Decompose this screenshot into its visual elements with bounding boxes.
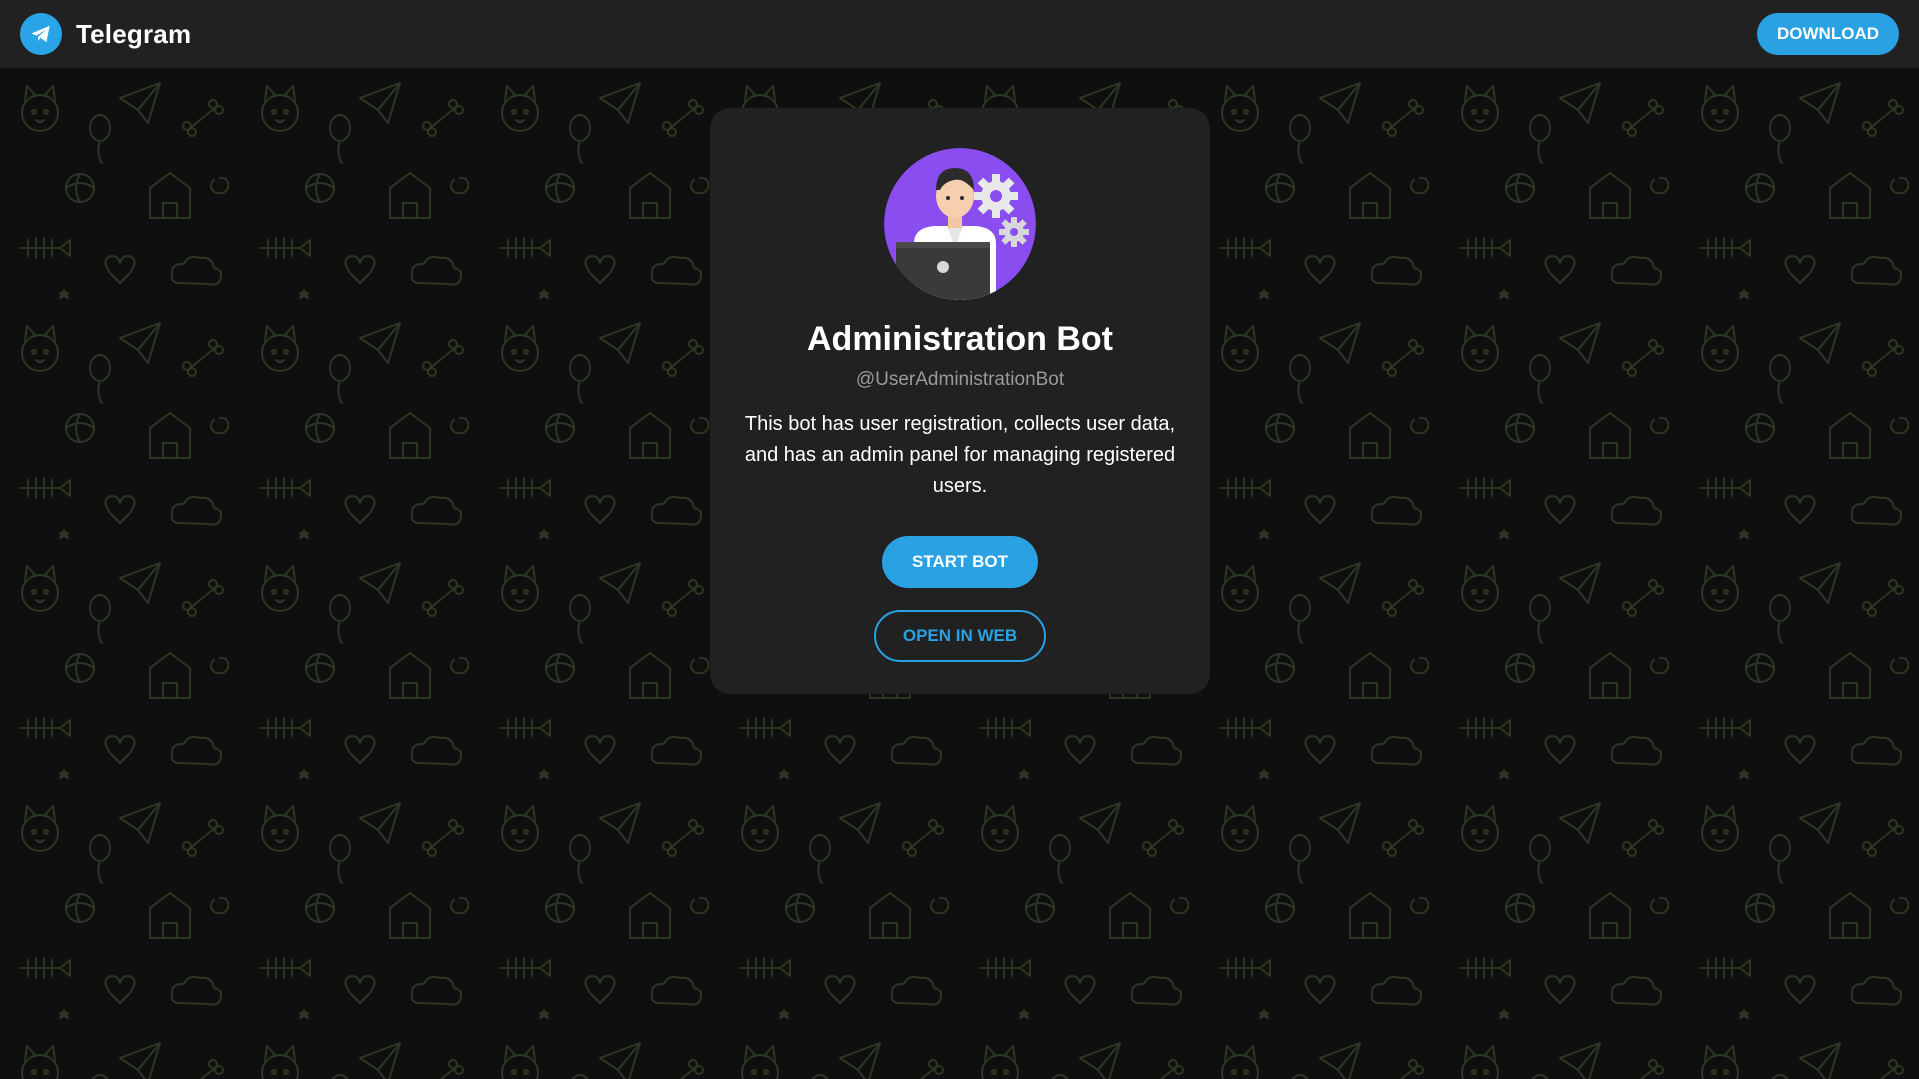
bot-name: Administration Bot xyxy=(807,320,1113,358)
admin-avatar-icon xyxy=(884,148,1036,300)
bot-description: This bot has user registration, collects… xyxy=(744,413,1176,497)
open-in-web-button[interactable]: OPEN IN WEB xyxy=(873,610,1047,662)
bot-card: Administration Bot @UserAdministrationBo… xyxy=(710,108,1210,694)
bot-avatar xyxy=(884,148,1036,300)
telegram-logo-icon[interactable] xyxy=(20,13,62,55)
start-bot-button[interactable]: START BOT xyxy=(881,536,1038,588)
top-bar: Telegram DOWNLOAD xyxy=(0,0,1919,68)
download-button[interactable]: DOWNLOAD xyxy=(1757,13,1899,55)
bot-username: @UserAdministrationBot xyxy=(855,369,1065,390)
brand-name[interactable]: Telegram xyxy=(76,19,191,50)
